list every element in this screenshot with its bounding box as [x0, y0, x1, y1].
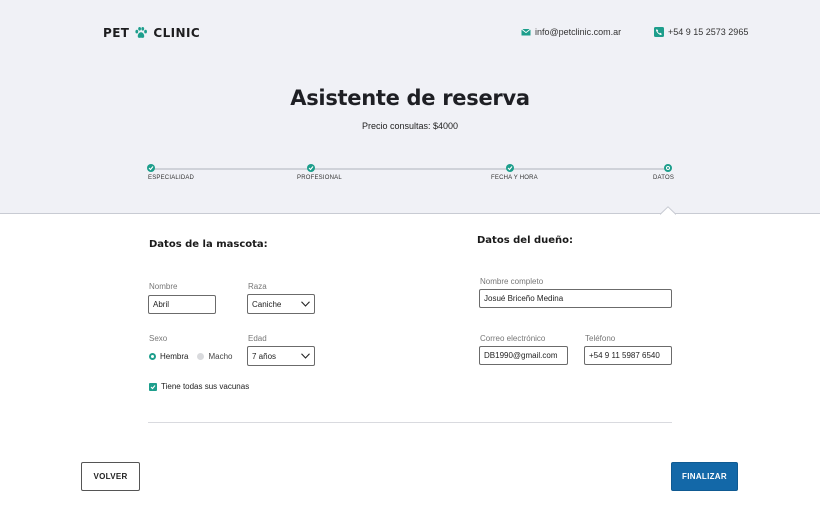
check-icon — [507, 166, 513, 171]
sex-option-macho-label: Macho — [208, 352, 233, 361]
back-button[interactable]: VOLVER — [81, 462, 140, 491]
check-icon — [308, 166, 314, 171]
radio-unselected-icon — [197, 353, 205, 360]
step-dot-datos[interactable] — [664, 164, 672, 172]
stepper-track — [151, 168, 668, 170]
vaccines-checkbox-row[interactable]: Tiene todas sus vacunas — [149, 382, 249, 391]
step-label-datos: DATOS — [653, 175, 675, 181]
check-icon — [150, 384, 156, 389]
fullname-input[interactable]: Josué Briceño Medina — [479, 289, 672, 308]
vaccines-checkbox[interactable] — [149, 382, 157, 391]
logo[interactable]: PET CLINIC — [103, 26, 200, 40]
breed-label: Raza — [248, 282, 267, 291]
breed-value: Caniche — [252, 299, 282, 309]
pet-name-value: Abril — [153, 300, 170, 309]
chevron-down-icon — [301, 353, 310, 359]
page-title: Asistente de reserva — [290, 86, 530, 110]
sex-option-hembra-label: Hembra — [160, 352, 189, 361]
pet-name-label: Nombre — [149, 282, 178, 291]
owner-section-title: Datos del dueño: — [477, 235, 574, 246]
age-select[interactable]: 7 años — [247, 346, 315, 366]
step-label-especialidad: ESPECIALIDAD — [148, 175, 195, 181]
envelope-icon — [521, 28, 531, 36]
email-value: DB1990@gmail.com — [484, 351, 558, 360]
step-label-profesional: PROFESIONAL — [297, 175, 342, 181]
email-input[interactable]: DB1990@gmail.com — [479, 346, 568, 365]
phone-icon — [654, 27, 664, 37]
phone-input[interactable]: +54 9 11 5987 6540 — [584, 346, 672, 365]
paw-icon — [135, 26, 148, 38]
pet-section-title: Datos de la mascota: — [149, 239, 268, 250]
fullname-value: Josué Briceño Medina — [484, 294, 564, 303]
contact-phone-text: +54 9 15 2573 2965 — [668, 27, 749, 37]
form-divider — [148, 422, 672, 423]
contact-email[interactable]: info@petclinic.com.ar — [521, 27, 621, 37]
chevron-down-icon — [301, 301, 310, 307]
phone-label: Teléfono — [585, 334, 616, 343]
email-label: Correo electrónico — [480, 334, 546, 343]
price-subtitle: Precio consultas: $4000 — [361, 121, 459, 131]
phone-value: +54 9 11 5987 6540 — [589, 351, 660, 360]
logo-text-right: CLINIC — [153, 26, 201, 40]
radio-selected-icon — [149, 353, 156, 360]
age-label: Edad — [248, 334, 267, 343]
vaccines-label: Tiene todas sus vacunas — [161, 382, 250, 391]
pet-name-input[interactable]: Abril — [148, 295, 216, 314]
step-dot-especialidad[interactable] — [147, 164, 155, 172]
active-step-pointer — [660, 206, 676, 215]
fullname-label: Nombre completo — [480, 277, 544, 286]
finish-button[interactable]: FINALIZAR — [671, 462, 738, 491]
age-value: 7 años — [252, 351, 277, 361]
contact-phone[interactable]: +54 9 15 2573 2965 — [654, 27, 748, 37]
sex-option-hembra[interactable]: Hembra — [149, 352, 188, 361]
step-dot-fecha-hora[interactable] — [506, 164, 514, 172]
sex-label: Sexo — [149, 334, 168, 343]
sex-option-macho[interactable]: Macho — [197, 352, 232, 361]
breed-select[interactable]: Caniche — [247, 294, 315, 314]
logo-text-left: PET — [103, 26, 130, 40]
sex-radio-group: Hembra Macho — [149, 352, 241, 361]
check-icon — [148, 166, 154, 171]
step-label-fecha-hora: FECHA Y HORA — [491, 175, 538, 181]
contact-email-text: info@petclinic.com.ar — [535, 27, 622, 37]
step-dot-profesional[interactable] — [307, 164, 315, 172]
